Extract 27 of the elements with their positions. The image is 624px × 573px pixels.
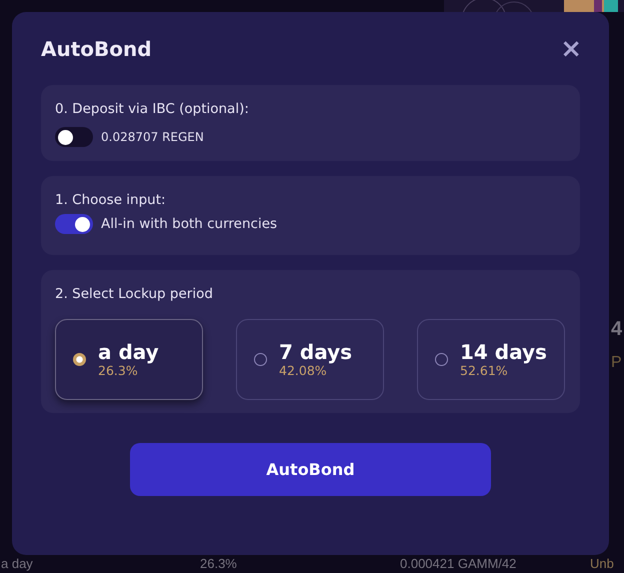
apr-value: 52.61%: [460, 363, 508, 378]
section-heading: 0. Deposit via IBC (optional):: [55, 101, 250, 117]
toggle-switch[interactable]: [55, 127, 93, 147]
section-heading: 2. Select Lockup period: [55, 286, 214, 302]
autobond-button[interactable]: AutoBond: [130, 443, 491, 496]
apr-value: 26.3%: [98, 363, 138, 378]
option-label: a day: [98, 341, 159, 363]
radio-button[interactable]: [73, 353, 86, 366]
apr-value: 42.08%: [279, 363, 327, 378]
option-label: 14 days: [460, 341, 547, 363]
option-label: 7 days: [279, 341, 352, 363]
table-cell: 0.000421 GAMM/42: [400, 556, 516, 571]
modal-title: AutoBond: [41, 37, 152, 61]
radio-button[interactable]: [254, 353, 267, 366]
lockup-option[interactable]: a day 26.3%: [55, 319, 203, 400]
section-heading: 1. Choose input:: [55, 192, 167, 208]
text-fragment: 4: [611, 318, 622, 341]
lockup-option[interactable]: 7 days 42.08%: [236, 319, 384, 400]
table-cell: Unb: [590, 556, 614, 571]
text-fragment: P: [611, 354, 622, 372]
toggle-switch[interactable]: [55, 214, 93, 234]
lockup-option[interactable]: 14 days 52.61%: [417, 319, 565, 400]
table-cell: 26.3%: [200, 556, 237, 571]
toggle-label: All-in with both currencies: [101, 216, 278, 232]
table-cell: a day: [1, 556, 33, 571]
toggle-label: 0.028707 REGEN: [101, 130, 204, 144]
radio-button[interactable]: [435, 353, 448, 366]
